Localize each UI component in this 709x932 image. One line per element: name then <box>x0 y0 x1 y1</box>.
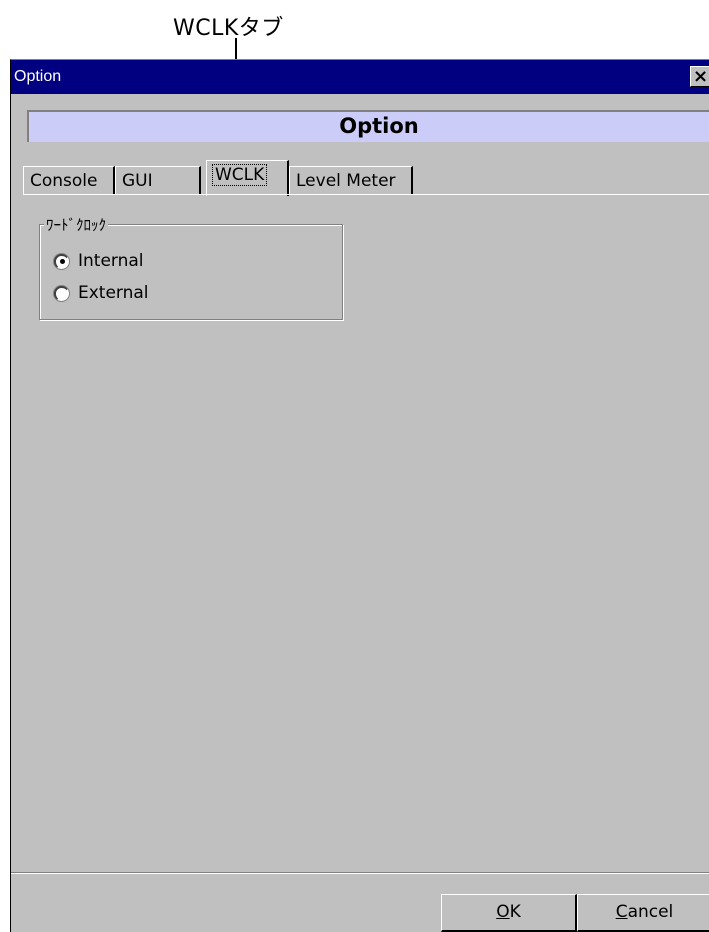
tab-strip: Console GUI WCLK Level Meter <box>23 160 709 196</box>
tab-label: Console <box>30 171 98 191</box>
radio-selected-icon[interactable] <box>54 253 69 269</box>
page-title: Option <box>339 114 419 138</box>
radio-label: Internal <box>78 251 144 271</box>
footer-divider <box>11 872 709 874</box>
radio-unselected-icon[interactable] <box>54 285 69 301</box>
wclk-tab-annotation: WCLKタブ <box>173 16 284 41</box>
ok-label: K <box>509 902 521 922</box>
group-legend: ﾜｰﾄﾞｸﾛｯｸ <box>44 214 109 235</box>
option-dialog: Option × Option Console GUI WCLK Level M… <box>10 59 709 932</box>
window-title: Option <box>14 68 62 85</box>
tab-console[interactable]: Console <box>23 166 115 194</box>
tab-label: WCLK <box>211 164 268 186</box>
tab-gui[interactable]: GUI <box>115 166 201 194</box>
title-bar[interactable]: Option × <box>11 60 709 94</box>
close-icon: × <box>692 66 709 87</box>
page-header: Option <box>27 110 709 142</box>
wclk-tab-panel: ﾜｰﾄﾞｸﾛｯｸ Internal External <box>23 195 709 871</box>
ok-accel: O <box>496 902 510 922</box>
tab-label: Level Meter <box>296 171 396 191</box>
radio-external[interactable]: External <box>54 281 149 305</box>
tab-label: GUI <box>122 171 153 191</box>
radio-label: External <box>78 283 149 303</box>
ok-button[interactable]: OK <box>441 894 577 932</box>
word-clock-group: ﾜｰﾄﾞｸﾛｯｸ Internal External <box>39 214 343 320</box>
cancel-button[interactable]: Cancel <box>577 894 709 932</box>
tab-level-meter[interactable]: Level Meter <box>289 166 413 194</box>
cancel-label: ancel <box>627 902 674 922</box>
close-button[interactable]: × <box>690 66 709 87</box>
radio-internal[interactable]: Internal <box>54 249 144 273</box>
tab-wclk[interactable]: WCLK <box>206 160 289 196</box>
cancel-accel: C <box>615 902 628 922</box>
